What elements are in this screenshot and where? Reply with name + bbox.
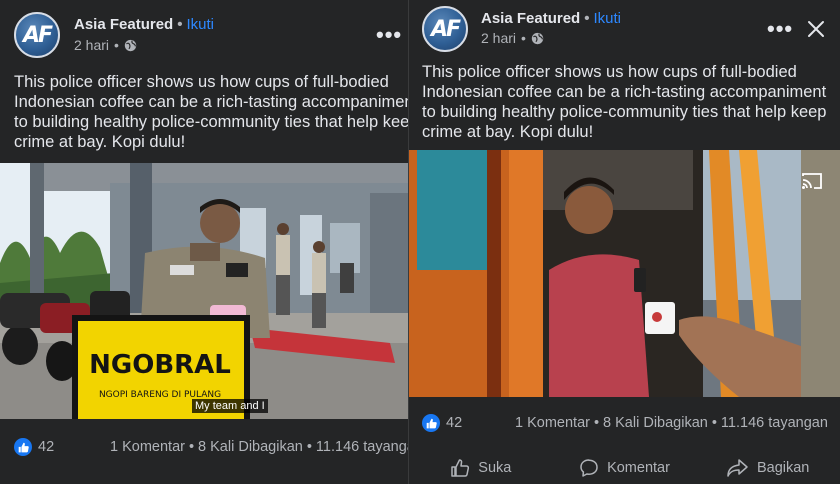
share-count-link[interactable]: 8 Kali Dibagikan bbox=[603, 415, 708, 431]
reaction-summary[interactable]: 42 bbox=[422, 414, 462, 432]
follow-link[interactable]: Ikuti bbox=[186, 16, 214, 33]
avatar-text: AF bbox=[430, 16, 461, 42]
follow-link[interactable]: Ikuti bbox=[593, 10, 621, 27]
caption-line: This police officer shows us how cups of… bbox=[422, 63, 797, 81]
view-count: 11.146 tayangan bbox=[315, 439, 408, 455]
separator-dot: • bbox=[177, 16, 183, 33]
meta-separator: • bbox=[521, 30, 526, 46]
avatar-text: AF bbox=[22, 22, 53, 48]
post-header: AF Asia Featured • Ikuti 2 hari • ••• bbox=[0, 0, 408, 62]
share-label: Bagikan bbox=[756, 460, 810, 476]
stat-separator: • bbox=[306, 439, 312, 455]
engagement-summary: 1 Komentar • 8 Kali Dibagikan • 11.146 tayan… bbox=[110, 439, 408, 455]
caption-line: crime at bay. Kopi dulu! bbox=[422, 123, 594, 141]
caption-line: crime at bay. Kopi dulu! bbox=[14, 133, 186, 151]
stat-separator: • bbox=[188, 439, 195, 455]
video-frame: NGOBRAL NGOPI BARENG DI PULANG bbox=[0, 163, 408, 419]
reaction-count: 42 bbox=[446, 415, 463, 431]
post-meta: 2 hari • bbox=[74, 37, 137, 53]
right-post-panel: AF Asia Featured • Ikuti 2 hari • ••• This… bbox=[408, 0, 840, 484]
like-reaction-icon bbox=[14, 438, 32, 456]
caption-line: Indonesian coffee can be a rich-tasting … bbox=[14, 93, 408, 111]
page-name-line: Asia Featured • Ikuti bbox=[74, 16, 214, 33]
stat-separator: • bbox=[711, 415, 717, 431]
engagement-summary: 1 Komentar • 8 Kali Dibagikan • 11.146 tayan… bbox=[515, 415, 828, 431]
post-time[interactable]: 2 hari bbox=[481, 30, 516, 46]
separator-dot: • bbox=[584, 10, 590, 27]
meta-separator: • bbox=[114, 37, 119, 53]
sign-text: NGOBRAL bbox=[89, 350, 231, 380]
video-frame bbox=[409, 150, 840, 397]
caption-line: This police officer shows us how cups of… bbox=[14, 73, 389, 91]
post-meta: 2 hari • bbox=[481, 30, 544, 46]
video-subtitle: My team and I bbox=[192, 399, 268, 413]
share-arrow-icon bbox=[727, 459, 748, 477]
cast-icon[interactable] bbox=[801, 172, 823, 190]
post-video[interactable]: NGOBRAL NGOPI BARENG DI PULANG My team a… bbox=[0, 163, 408, 419]
post-header: AF Asia Featured • Ikuti 2 hari • ••• bbox=[409, 0, 840, 62]
globe-icon bbox=[531, 32, 544, 44]
page-avatar[interactable]: AF bbox=[14, 12, 60, 58]
comment-button[interactable]: Komentar bbox=[553, 452, 697, 484]
reaction-summary[interactable]: 42 bbox=[14, 438, 54, 456]
comment-count-link[interactable]: 1 Komentar bbox=[515, 415, 590, 431]
stat-separator: • bbox=[593, 415, 600, 431]
caption-line: Indonesian coffee can be a rich-tasting … bbox=[422, 83, 827, 101]
caption-line: to building healthy police-community tie… bbox=[422, 103, 827, 121]
comment-bubble-icon bbox=[580, 459, 598, 477]
thumbs-up-icon bbox=[451, 459, 470, 477]
more-options-button[interactable]: ••• bbox=[376, 22, 402, 48]
share-button[interactable]: Bagikan bbox=[696, 452, 840, 484]
comment-count-link[interactable]: 1 Komentar bbox=[110, 439, 185, 455]
caption-line: to building healthy police-community tie… bbox=[14, 113, 408, 131]
action-bar: Suka Komentar Bagikan bbox=[409, 452, 840, 484]
page-name-line: Asia Featured • Ikuti bbox=[481, 10, 621, 27]
like-label: Suka bbox=[478, 460, 512, 476]
post-caption: This police officer shows us how cups of… bbox=[422, 62, 834, 142]
comment-label: Komentar bbox=[607, 460, 670, 476]
view-count: 11.146 tayangan bbox=[720, 415, 828, 431]
close-icon[interactable] bbox=[807, 20, 825, 38]
share-count-link[interactable]: 8 Kali Dibagikan bbox=[198, 439, 303, 455]
post-time[interactable]: 2 hari bbox=[74, 37, 109, 53]
like-button[interactable]: Suka bbox=[409, 452, 553, 484]
page-name[interactable]: Asia Featured bbox=[481, 10, 580, 27]
globe-icon bbox=[124, 39, 137, 51]
like-reaction-icon bbox=[422, 414, 440, 432]
page-avatar[interactable]: AF bbox=[422, 6, 468, 52]
more-options-button[interactable]: ••• bbox=[767, 16, 793, 42]
page-name[interactable]: Asia Featured bbox=[74, 16, 173, 33]
post-video[interactable] bbox=[409, 150, 840, 397]
left-post-panel: AF Asia Featured • Ikuti 2 hari • ••• This… bbox=[0, 0, 408, 484]
reaction-count: 42 bbox=[38, 439, 55, 455]
post-caption: This police officer shows us how cups of… bbox=[14, 72, 408, 152]
